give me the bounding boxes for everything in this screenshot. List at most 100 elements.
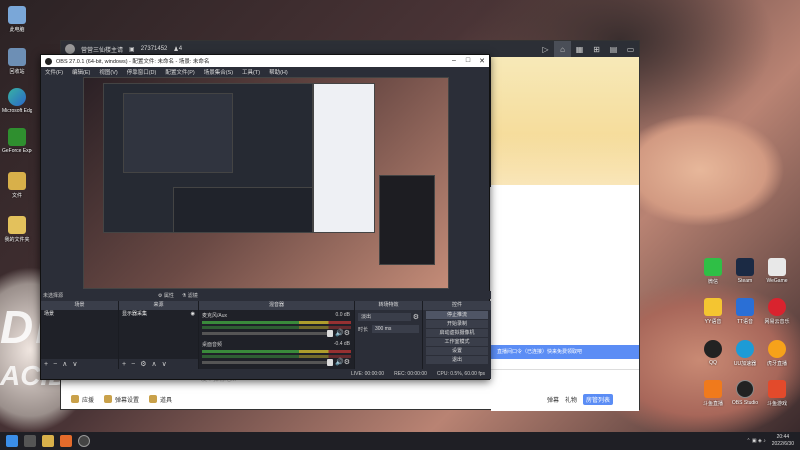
add-icon[interactable]: + — [44, 361, 48, 368]
windows-start-icon[interactable] — [6, 435, 18, 447]
remove-icon[interactable]: − — [53, 361, 57, 368]
menu-file[interactable]: 文件(F) — [45, 68, 63, 76]
scene-item[interactable]: 场景 — [41, 310, 118, 318]
volume-meter — [202, 350, 351, 353]
desktop-icon-wegame[interactable]: WeGame — [762, 258, 792, 284]
desktop-icon-edge[interactable]: Microsoft Edge — [2, 88, 32, 114]
gamepad-icon[interactable]: ⊞ — [588, 41, 605, 57]
source-item[interactable]: 显示器采集 ◉ — [119, 310, 198, 318]
down-icon[interactable]: ∨ — [72, 360, 77, 368]
desktop-icon-douyu[interactable]: 斗鱼直播 — [698, 380, 728, 407]
desktop-icon-file[interactable]: 文件 — [2, 172, 32, 199]
tool-label: 弹幕设置 — [115, 397, 140, 404]
stop-streaming-button[interactable]: 停止推流 — [426, 311, 488, 319]
obs-taskbar-icon[interactable] — [78, 435, 90, 447]
desktop-icon-label: WeGame — [766, 278, 788, 284]
volume-slider[interactable] — [202, 330, 334, 337]
chat-message: 直播间口令（已连接）快来免费领取吧 — [491, 345, 639, 359]
obs-statusline: LIVE: 00:00:00 REC: 00:00:00 CPU: 0.5%, … — [41, 369, 491, 379]
douyu-game-icon — [768, 380, 786, 398]
menu-icon[interactable]: ▭ — [622, 41, 639, 57]
volume-meter — [202, 355, 351, 358]
qq-icon — [704, 340, 722, 358]
admin-list-button[interactable]: 房管列表 — [582, 393, 613, 405]
minimize-icon[interactable]: – — [447, 57, 461, 65]
danmaku-button[interactable]: 弹幕 — [547, 395, 559, 404]
speaker-icon[interactable]: 🔊⚙ — [335, 329, 350, 337]
geforce-icon — [8, 128, 26, 146]
up-icon[interactable]: ∧ — [62, 360, 67, 368]
menu-view[interactable]: 视图(V) — [99, 68, 117, 76]
file-explorer-icon[interactable] — [42, 435, 54, 447]
gear-icon[interactable]: ⚙ — [413, 313, 419, 321]
danmaku-settings-button[interactable]: 弹幕设置 — [104, 395, 139, 404]
duration-input[interactable]: 300 ms — [372, 325, 419, 333]
desktop-icon-pc[interactable]: 此电脑 — [2, 6, 32, 33]
desktop-icon-label: UU加速器 — [733, 361, 757, 367]
menu-scene-collection[interactable]: 场景集合(S) — [204, 68, 233, 76]
desktop-icon-bin[interactable]: 回收站 — [2, 48, 32, 75]
desktop-icon-huya[interactable]: 虎牙直播 — [762, 340, 792, 367]
home-icon[interactable]: ⌂ — [554, 41, 571, 57]
stream-title: 营营三仙楼主请 — [81, 47, 124, 54]
prop-icon — [149, 395, 158, 403]
exit-button[interactable]: 退出 — [426, 356, 488, 364]
desktop-icon-label: 斗鱼直播 — [702, 401, 723, 407]
desktop-icon-folder[interactable]: 我的文件夹 — [2, 216, 32, 243]
desktop-icon-douyu-game[interactable]: 斗鱼游戏 — [762, 380, 792, 407]
desktop-icon-netease[interactable]: 网易云音乐 — [762, 298, 792, 325]
add-icon[interactable]: + — [122, 361, 126, 368]
eye-icon[interactable]: ◉ — [191, 310, 195, 318]
settings-button[interactable]: 设置 — [426, 347, 488, 355]
properties-button[interactable]: ⚙ 属性 — [158, 292, 174, 299]
douyu-icon — [704, 380, 722, 398]
studio-mode-button[interactable]: 工作室模式 — [426, 338, 488, 346]
filters-button[interactable]: ⚗ 滤镜 — [182, 292, 198, 299]
desktop-icon-obs[interactable]: OBS Studio — [730, 380, 760, 406]
remove-icon[interactable]: − — [131, 361, 135, 368]
menu-edit[interactable]: 编辑(E) — [72, 68, 90, 76]
desktop-icon-wechat[interactable]: 微信 — [698, 258, 728, 285]
volume-slider[interactable] — [202, 359, 334, 366]
menu-profile[interactable]: 配置文件(P) — [165, 68, 194, 76]
desktop-icon-yy[interactable]: YY语音 — [698, 298, 728, 325]
clock[interactable]: 20:44 2022/6/30 — [772, 434, 794, 448]
gift-list-button[interactable]: 礼物 — [565, 395, 577, 404]
desktop-icon-steam[interactable]: Steam — [730, 258, 760, 284]
sources-footer: + − ⚙ ∧ ∨ — [119, 359, 198, 369]
layout-icon[interactable]: ▤ — [605, 41, 622, 57]
speaker-icon[interactable]: 🔊⚙ — [335, 358, 350, 366]
support-button[interactable]: 应援 — [71, 395, 94, 404]
gear-icon[interactable]: ⚙ — [140, 360, 146, 368]
obs-preview-canvas[interactable] — [83, 77, 449, 289]
tray-icons[interactable]: ⌃ ▣ ◈ ♪ — [746, 438, 765, 444]
edge-icon — [8, 88, 26, 106]
system-tray: ⌃ ▣ ◈ ♪ 20:44 2022/6/30 — [746, 434, 800, 448]
desktop-icon-uu[interactable]: UU加速器 — [730, 340, 760, 367]
netease-music-icon — [768, 298, 786, 316]
mixer-dock: 混音器 麦克风/Aux 0.0 dB 🔊⚙ 桌面音频 -0.4 dB 🔊⚙ — [199, 301, 355, 369]
desktop-icon-tt[interactable]: TT语音 — [730, 298, 760, 325]
controls-dock-title: 控件 — [423, 301, 491, 310]
menu-tools[interactable]: 工具(T) — [242, 68, 260, 76]
desktop-icon-qq[interactable]: QQ — [698, 340, 728, 366]
maximize-icon[interactable]: □ — [461, 57, 475, 65]
down-icon[interactable]: ∨ — [162, 360, 167, 368]
computer-icon — [8, 6, 26, 24]
start-recording-button[interactable]: 开始录制 — [426, 320, 488, 328]
obs-icon — [736, 380, 754, 398]
desktop-icon-geforce[interactable]: GeForce Experience — [2, 128, 32, 154]
menu-docks[interactable]: 停靠窗口(D) — [127, 68, 157, 76]
menu-help[interactable]: 帮助(H) — [269, 68, 288, 76]
yy-icon — [704, 298, 722, 316]
task-view-icon[interactable] — [24, 435, 36, 447]
close-icon[interactable]: ✕ — [475, 57, 489, 65]
video-icon[interactable]: ▷ — [537, 41, 554, 57]
mixer-track-mic: 麦克风/Aux 0.0 dB 🔊⚙ — [199, 310, 354, 339]
props-button[interactable]: 道具 — [149, 395, 172, 404]
virtual-camera-button[interactable]: 启动虚拟摄像机 — [426, 329, 488, 337]
grid-icon[interactable]: ▦ — [571, 41, 588, 57]
up-icon[interactable]: ∧ — [151, 360, 156, 368]
transition-select[interactable]: 淡出 — [358, 313, 411, 321]
app-icon[interactable] — [60, 435, 72, 447]
